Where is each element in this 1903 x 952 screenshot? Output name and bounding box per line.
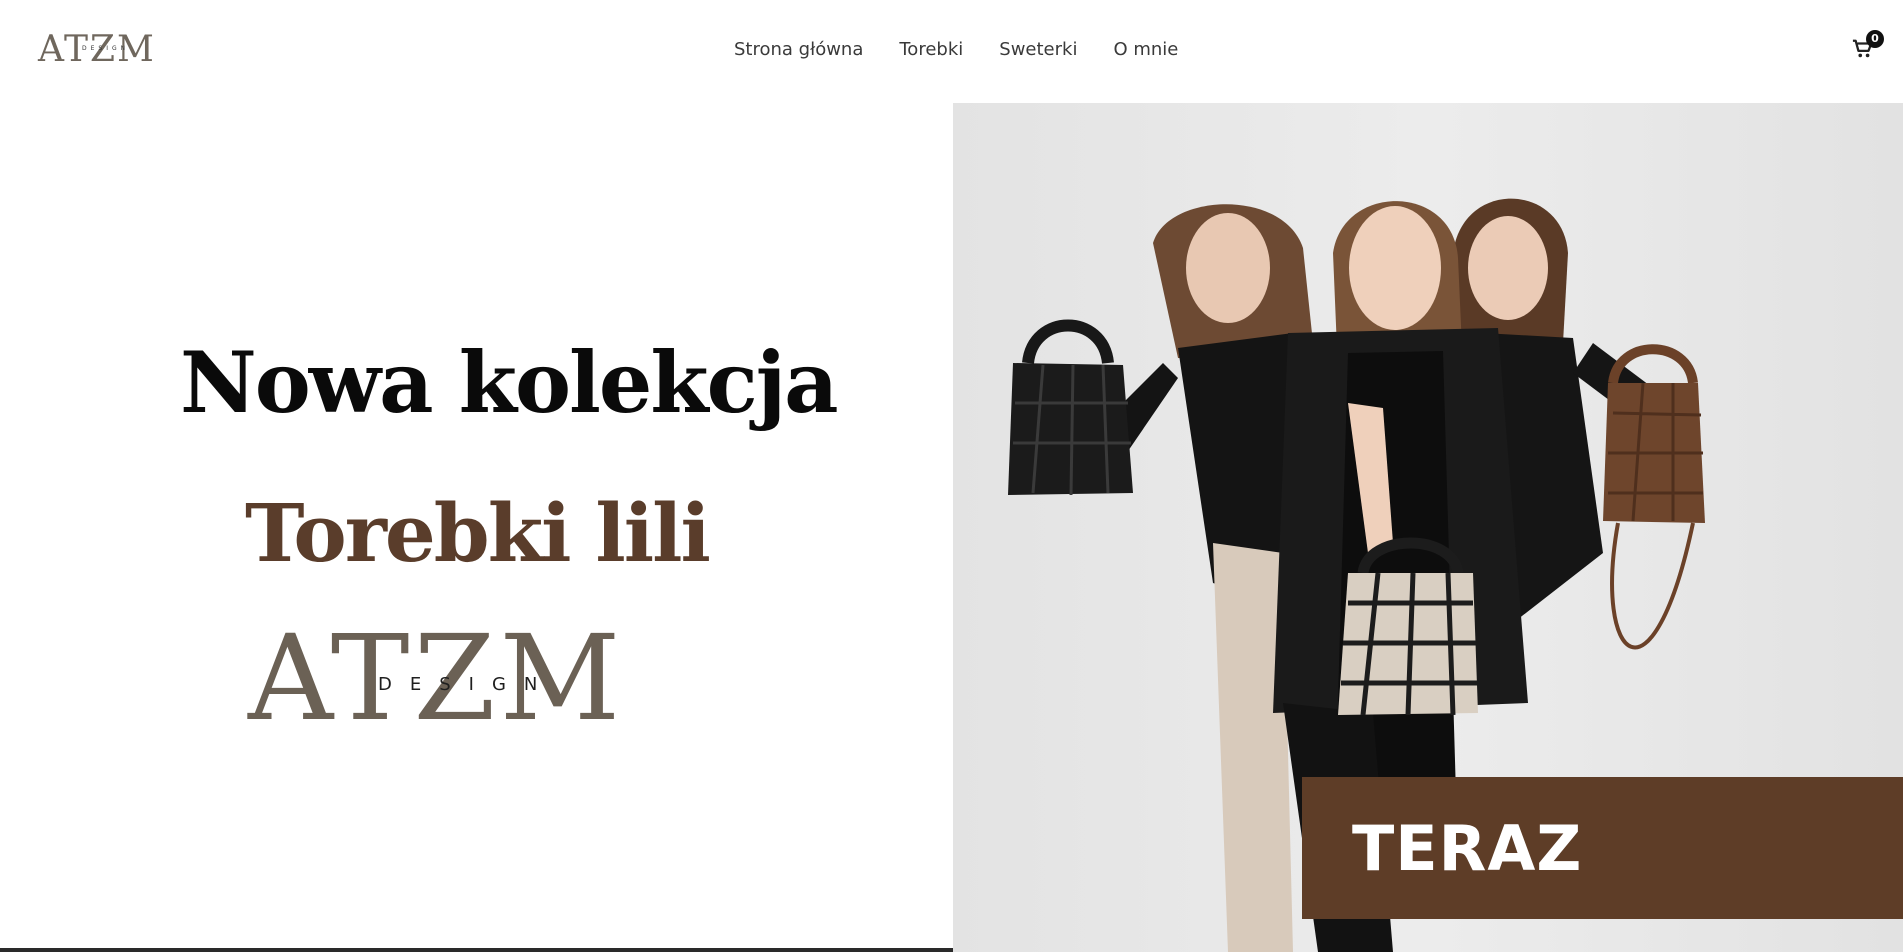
cart-button[interactable]: 0 — [1852, 30, 1884, 60]
site-header: ATZM DESIGN Strona główna Torebki Sweter… — [0, 0, 1903, 103]
cart-count-badge: 0 — [1866, 30, 1884, 48]
nav-home[interactable]: Strona główna — [734, 38, 863, 62]
cta-teraz-button[interactable]: TERAZ — [1302, 777, 1903, 919]
hero-brand-logo: ATZM DESIGN — [248, 618, 708, 738]
hero-brand-design-label: DESIGN — [378, 674, 556, 695]
bottom-divider — [0, 948, 953, 952]
nav-torebki[interactable]: Torebki — [899, 38, 963, 62]
main-nav: Strona główna Torebki Sweterki O mnie — [734, 38, 1178, 62]
logo-design-label: DESIGN — [82, 45, 130, 52]
hero-subheadline: Torebki lili — [245, 486, 711, 580]
hero-headline: Nowa kolekcja — [180, 333, 839, 432]
nav-sweterki[interactable]: Sweterki — [999, 38, 1077, 62]
bag-black-left — [1008, 319, 1133, 496]
cta-label: TERAZ — [1352, 812, 1583, 885]
nav-o-mnie[interactable]: O mnie — [1113, 38, 1178, 62]
site-logo[interactable]: ATZM DESIGN — [38, 30, 178, 70]
hero-text-panel: Nowa kolekcja Torebki lili ATZM DESIGN — [0, 103, 953, 952]
bag-brown-right — [1603, 344, 1705, 650]
